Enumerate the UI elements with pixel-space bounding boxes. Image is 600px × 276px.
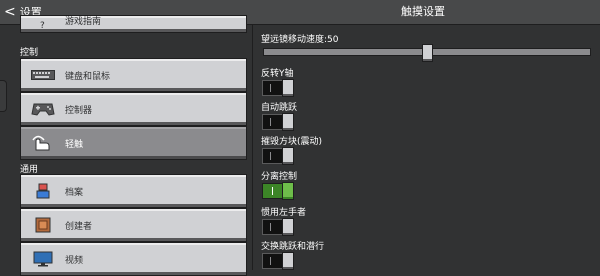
- chevron-left-icon: <: [4, 4, 16, 20]
- sidebar-item-controller[interactable]: 控制器: [20, 92, 247, 126]
- sidebar-item-label: 创建者: [65, 221, 93, 232]
- invert-y-label: 反转Y轴: [261, 69, 294, 79]
- toggle-indicator: [270, 118, 271, 126]
- sidebar-item-video[interactable]: 视频: [20, 242, 247, 276]
- toggle-knob: [282, 147, 294, 165]
- sidebar-item-label: 键盘和鼠标: [65, 71, 111, 82]
- toggle-knob: [282, 79, 294, 97]
- sidebar-item-label: 轻触: [65, 139, 84, 150]
- toggle-indicator: [270, 152, 271, 160]
- toggle-indicator: [270, 84, 271, 92]
- page-title: 触摸设置: [401, 5, 445, 18]
- invert-y-toggle[interactable]: [262, 79, 294, 97]
- sidebar-item-touch[interactable]: 轻触: [20, 126, 247, 160]
- toggle-knob: [282, 182, 294, 200]
- spyglass-speed-label: 望远镜移动速度:50: [261, 35, 339, 45]
- controller-icon: [31, 100, 55, 118]
- settings-sidebar: ? 游戏指南 控制 键盘和鼠标 控制器 轻触 通用 档案 创建者 视频: [0, 15, 253, 276]
- sidebar-item-label: 游戏指南: [65, 16, 102, 27]
- spyglass-speed-slider[interactable]: [263, 44, 591, 62]
- monitor-icon: [31, 250, 55, 268]
- sidebar-item-label: 视频: [65, 255, 84, 266]
- touch-settings-panel: 望远镜移动速度:50 反转Y轴 自动跳跃 摧毁方块(震动) 分离控制 惯用左手者…: [253, 25, 600, 270]
- split-controls-toggle[interactable]: [262, 182, 294, 200]
- sidebar-item-how-to-play[interactable]: ? 游戏指南: [20, 15, 247, 33]
- toggle-indicator: [272, 187, 273, 195]
- question-icon: ?: [31, 19, 55, 29]
- sidebar-item-keyboard-mouse[interactable]: 键盘和鼠标: [20, 58, 247, 92]
- destroy-block-vibration-label: 摧毁方块(震动): [261, 137, 323, 147]
- swap-jump-sneak-toggle[interactable]: [262, 252, 294, 270]
- destroy-block-vibration-toggle[interactable]: [262, 147, 294, 165]
- sidebar-item-creator[interactable]: 创建者: [20, 208, 247, 242]
- creator-icon: [31, 216, 55, 234]
- svg-text:?: ?: [40, 21, 45, 29]
- toggle-knob: [282, 252, 294, 270]
- profile-icon: [31, 182, 55, 200]
- sidebar-item-label: 控制器: [65, 105, 93, 116]
- split-controls-label: 分离控制: [261, 172, 298, 182]
- sidebar-item-profile[interactable]: 档案: [20, 174, 247, 208]
- toggle-indicator: [270, 223, 271, 231]
- touch-icon: [31, 134, 55, 152]
- auto-jump-label: 自动跳跃: [261, 103, 298, 113]
- toggle-knob: [282, 218, 294, 236]
- swap-jump-sneak-label: 交换跳跃和潜行: [261, 242, 325, 252]
- sidebar-edge-tab: [0, 80, 7, 112]
- keyboard-icon: [31, 66, 55, 84]
- left-handed-toggle[interactable]: [262, 218, 294, 236]
- section-label-controls: 控制: [20, 48, 39, 58]
- sidebar-item-label: 档案: [65, 187, 84, 198]
- toggle-indicator: [270, 257, 271, 265]
- left-handed-label: 惯用左手者: [261, 208, 307, 218]
- slider-thumb[interactable]: [421, 44, 433, 62]
- toggle-knob: [282, 113, 294, 131]
- auto-jump-toggle[interactable]: [262, 113, 294, 131]
